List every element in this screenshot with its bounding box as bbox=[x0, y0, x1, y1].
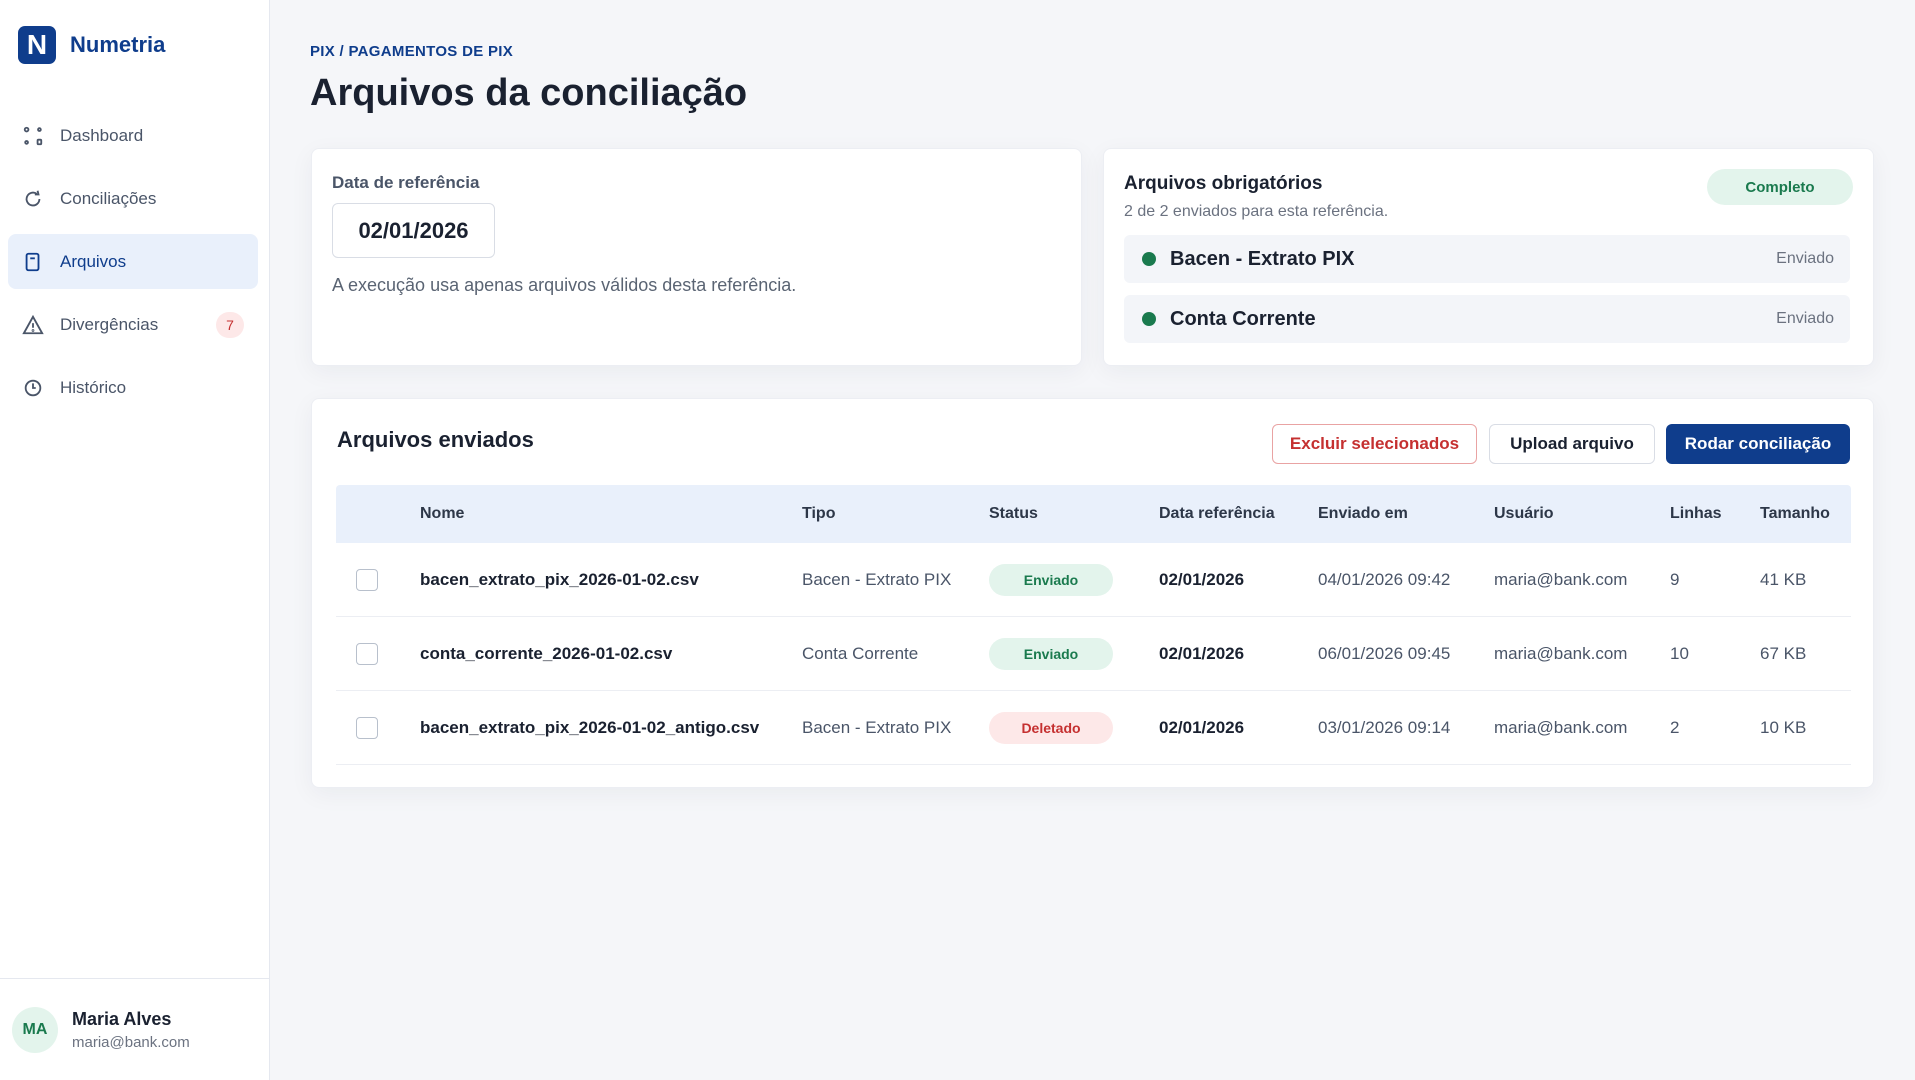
divergencias-count-badge: 7 bbox=[216, 312, 244, 338]
file-sent-at: 03/01/2026 09:14 bbox=[1318, 718, 1451, 737]
required-file-name: Bacen - Extrato PIX bbox=[1170, 247, 1355, 270]
column-header-sent-at[interactable]: Enviado em bbox=[1318, 505, 1408, 523]
reference-note: A execução usa apenas arquivos válidos d… bbox=[332, 275, 797, 295]
warning-icon bbox=[20, 312, 46, 338]
brand[interactable]: N Numetria bbox=[18, 26, 165, 64]
required-file-status: Enviado bbox=[1776, 250, 1834, 267]
file-sent-at: 04/01/2026 09:42 bbox=[1318, 570, 1451, 589]
sidebar-item-label: Arquivos bbox=[60, 251, 127, 271]
sidebar: N Numetria Dashboard Conciliações Arquiv… bbox=[0, 0, 270, 1080]
reference-date-label: Data de referência bbox=[332, 173, 480, 192]
file-name: bacen_extrato_pix_2026-01-02.csv bbox=[420, 570, 699, 589]
column-header-name[interactable]: Nome bbox=[420, 505, 464, 523]
required-files-title: Arquivos obrigatórios bbox=[1124, 173, 1323, 194]
table-row[interactable]: bacen_extrato_pix_2026-01-02.csv Bacen -… bbox=[336, 543, 1851, 617]
file-lines: 9 bbox=[1670, 570, 1680, 589]
file-ref-date: 02/01/2026 bbox=[1159, 644, 1245, 663]
files-table: Nome Tipo Status Data referência Enviado… bbox=[336, 485, 1851, 765]
table-row[interactable]: bacen_extrato_pix_2026-01-02_antigo.csv … bbox=[336, 691, 1851, 765]
file-name: bacen_extrato_pix_2026-01-02_antigo.csv bbox=[420, 718, 760, 737]
status-dot-icon bbox=[1142, 252, 1156, 266]
file-user: maria@bank.com bbox=[1494, 718, 1628, 737]
reference-date-card: Data de referência 02/01/2026 A execução… bbox=[311, 148, 1082, 366]
dashboard-icon bbox=[20, 123, 46, 149]
clock-icon bbox=[20, 375, 46, 401]
file-user: maria@bank.com bbox=[1494, 570, 1628, 589]
user-info: Maria Alves maria@bank.com bbox=[72, 1009, 190, 1051]
column-header-lines[interactable]: Linhas bbox=[1670, 505, 1722, 523]
status-badge: Enviado bbox=[989, 638, 1113, 670]
row-checkbox[interactable] bbox=[356, 717, 378, 739]
column-header-ref-date[interactable]: Data referência bbox=[1159, 505, 1275, 523]
required-file-item: Bacen - Extrato PIX Enviado bbox=[1124, 235, 1850, 283]
file-user: maria@bank.com bbox=[1494, 644, 1628, 663]
status-dot-icon bbox=[1142, 312, 1156, 326]
column-header-type[interactable]: Tipo bbox=[802, 505, 835, 523]
table-header: Nome Tipo Status Data referência Enviado… bbox=[336, 485, 1851, 543]
column-header-status[interactable]: Status bbox=[989, 505, 1038, 523]
avatar: MA bbox=[12, 1006, 58, 1053]
page-title: Arquivos da conciliação bbox=[310, 72, 748, 114]
brand-logo: N bbox=[18, 26, 56, 64]
row-checkbox[interactable] bbox=[356, 643, 378, 665]
uploaded-files-title: Arquivos enviados bbox=[337, 427, 534, 452]
user-name: Maria Alves bbox=[72, 1008, 172, 1029]
sidebar-item-label: Dashboard bbox=[60, 125, 144, 145]
refresh-icon bbox=[20, 186, 46, 212]
file-type: Bacen - Extrato PIX bbox=[802, 570, 952, 589]
column-header-size[interactable]: Tamanho bbox=[1760, 505, 1830, 523]
sidebar-item-divergencias[interactable]: Divergências 7 bbox=[8, 297, 258, 352]
column-header-user[interactable]: Usuário bbox=[1494, 505, 1554, 523]
brand-name: Numetria bbox=[70, 32, 166, 57]
file-size: 10 KB bbox=[1760, 718, 1807, 737]
file-name: conta_corrente_2026-01-02.csv bbox=[420, 644, 673, 663]
required-files-card: Arquivos obrigatórios 2 de 2 enviados pa… bbox=[1103, 148, 1874, 366]
file-type: Bacen - Extrato PIX bbox=[802, 718, 952, 737]
sidebar-nav: Dashboard Conciliações Arquivos Divergên… bbox=[8, 108, 258, 423]
file-ref-date: 02/01/2026 bbox=[1159, 570, 1245, 589]
user-email: maria@bank.com bbox=[72, 1033, 190, 1051]
file-sent-at: 06/01/2026 09:45 bbox=[1318, 644, 1451, 663]
sidebar-item-label: Histórico bbox=[60, 377, 127, 397]
row-checkbox[interactable] bbox=[356, 569, 378, 591]
uploaded-files-card: Arquivos enviados Excluir selecionados U… bbox=[311, 398, 1874, 788]
sidebar-item-label: Divergências bbox=[60, 314, 159, 334]
sidebar-item-historico[interactable]: Histórico bbox=[8, 360, 258, 415]
sidebar-item-arquivos[interactable]: Arquivos bbox=[8, 234, 258, 289]
file-size: 41 KB bbox=[1760, 570, 1807, 589]
status-badge: Enviado bbox=[989, 564, 1113, 596]
run-reconciliation-button[interactable]: Rodar conciliação bbox=[1666, 424, 1850, 464]
file-size: 67 KB bbox=[1760, 644, 1807, 663]
reference-date-input[interactable]: 02/01/2026 bbox=[332, 203, 495, 258]
status-badge: Completo bbox=[1707, 169, 1853, 205]
file-type: Conta Corrente bbox=[802, 644, 919, 663]
file-ref-date: 02/01/2026 bbox=[1159, 718, 1245, 737]
breadcrumb[interactable]: PIX / PAGAMENTOS DE PIX bbox=[310, 43, 513, 60]
sidebar-item-dashboard[interactable]: Dashboard bbox=[8, 108, 258, 163]
delete-selected-button[interactable]: Excluir selecionados bbox=[1272, 424, 1477, 464]
sidebar-item-conciliacoes[interactable]: Conciliações bbox=[8, 171, 258, 226]
status-badge: Deletado bbox=[989, 712, 1113, 744]
sidebar-item-label: Conciliações bbox=[60, 188, 157, 208]
file-lines: 10 bbox=[1670, 644, 1689, 663]
required-file-name: Conta Corrente bbox=[1170, 307, 1316, 330]
required-file-status: Enviado bbox=[1776, 310, 1834, 327]
table-row[interactable]: conta_corrente_2026-01-02.csv Conta Corr… bbox=[336, 617, 1851, 691]
file-lines: 2 bbox=[1670, 718, 1680, 737]
upload-file-button[interactable]: Upload arquivo bbox=[1489, 424, 1655, 464]
user-profile[interactable]: MA Maria Alves maria@bank.com bbox=[0, 978, 270, 1080]
file-icon bbox=[20, 249, 46, 275]
required-file-item: Conta Corrente Enviado bbox=[1124, 295, 1850, 343]
required-files-subtitle: 2 de 2 enviados para esta referência. bbox=[1124, 203, 1389, 220]
